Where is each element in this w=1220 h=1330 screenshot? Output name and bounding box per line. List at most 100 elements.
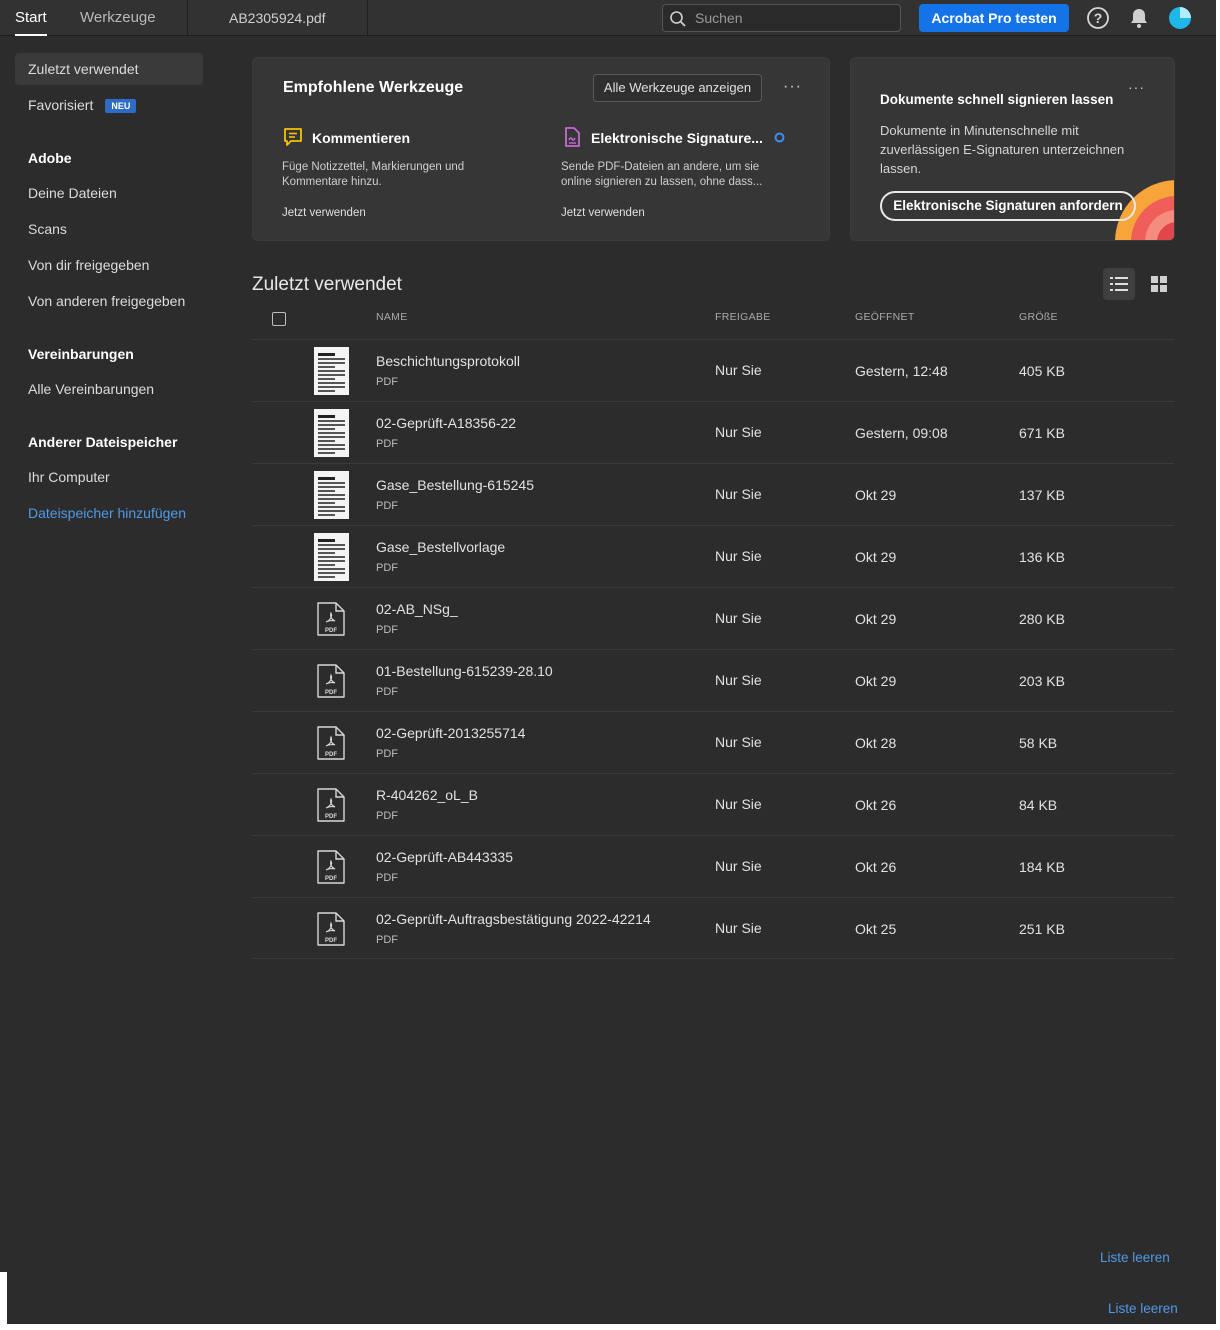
file-opened: Gestern, 12:48 [855,363,948,379]
file-size: 58 KB [1019,735,1058,751]
more-options-icon[interactable]: ··· [1128,79,1145,95]
file-type: PDF [376,934,398,946]
table-row[interactable]: Beschichtungsprotokoll PDF Nur Sie Gestern,… [252,339,1174,401]
file-opened: Okt 26 [855,797,897,813]
section-heading-agreements: Vereinbarungen [28,346,134,362]
all-tools-button[interactable]: Alle Werkzeuge anzeigen [593,74,762,102]
svg-text:?: ? [1094,10,1103,26]
file-name: R-404262_oL_B [376,787,478,803]
top-bar: Start Werkzeuge AB2305924.pdf Suchen Acr… [0,0,1216,36]
list-divider [252,958,1174,959]
sidebar-item-shared-by-you[interactable]: Von dir freigegeben [15,249,203,281]
section-heading-storage: Anderer Dateispeicher [28,434,178,450]
file-name: 02-Geprüft-AB443335 [376,849,513,865]
table-row[interactable]: PDF 01-Bestellung-615239-28.10 PDF Nur Sie O… [252,649,1174,711]
column-header-size[interactable]: GRÖßE [1019,311,1058,323]
file-opened: Okt 25 [855,921,897,937]
file-opened: Okt 28 [855,735,897,751]
avatar-icon[interactable] [1168,6,1192,30]
sidebar-item-scans[interactable]: Scans [15,213,203,245]
promo-text: Dokumente in Minutenschnelle mit zuverlä… [880,123,1125,176]
help-icon[interactable]: ? [1086,6,1110,30]
file-sharing: Nur Sie [715,734,762,750]
try-acrobat-pro-button[interactable]: Acrobat Pro testen [919,4,1069,32]
pdf-badge-label: PDF [325,628,337,634]
sidebar-item-your-computer[interactable]: Ihr Computer [15,461,203,493]
file-size: 84 KB [1019,797,1058,813]
pdf-badge-label: PDF [325,814,337,820]
tool-esign-desc: Sende PDF-Dateien an andere, um sie onli… [561,161,763,188]
tool-comment-name[interactable]: Kommentieren [312,130,410,146]
file-size: 203 KB [1019,673,1065,689]
select-all-checkbox[interactable] [272,312,286,326]
file-name: Gase_Bestellvorlage [376,539,506,555]
table-row[interactable]: PDF R-404262_oL_B PDF Nur Sie Okt 26 84 KB [252,773,1174,835]
sidebar-item-favorites[interactable]: Favorisiert NEU [15,89,203,121]
file-opened: Okt 29 [855,487,897,503]
file-type: PDF [376,686,398,698]
file-name: Beschichtungsprotokoll [376,353,520,369]
document-thumbnail [314,533,349,581]
signing-promo-card: Dokumente schnell signieren lassen ··· D… [850,57,1175,241]
bell-icon[interactable] [1127,6,1151,30]
search-input[interactable]: Suchen [695,5,742,31]
request-signatures-button[interactable]: Elektronische Signaturen anfordern [880,191,1136,221]
file-sharing: Nur Sie [715,920,762,936]
file-type: PDF [376,562,398,574]
file-size: 184 KB [1019,859,1065,875]
file-name: Gase_Bestellung-615245 [376,477,535,493]
pdf-badge-label: PDF [325,876,337,882]
table-row[interactable]: PDF 02-Geprüft-2013255714 PDF Nur Sie Okt 28… [252,711,1174,773]
pdf-file-icon: PDF [314,595,349,643]
card-title: Dokumente schnell signieren lassen [880,92,1114,107]
tab-document[interactable]: AB2305924.pdf [229,0,326,36]
add-storage-link[interactable]: Dateispeicher hinzufügen [15,497,203,529]
tool-esign-name[interactable]: Elektronische Signature... [591,130,763,146]
pdf-badge-label: PDF [325,938,337,944]
sidebar-item-all-agreements[interactable]: Alle Vereinbarungen [15,373,203,405]
window-gap [0,1272,7,1330]
clear-list-link[interactable]: Liste leeren [1100,1250,1170,1265]
file-sharing: Nur Sie [715,858,762,874]
more-options-icon[interactable]: ··· [783,78,802,96]
table-row[interactable]: PDF 02-Geprüft-Auftragsbestätigung 2022-4… [252,897,1174,959]
grid-view-button[interactable] [1143,268,1175,300]
tool-comment-use-link[interactable]: Jetzt verwenden [282,207,366,219]
file-name: 02-Geprüft-Auftragsbestätigung 2022-4221… [376,911,651,927]
table-row[interactable]: PDF 02-AB_NSg_ PDF Nur Sie Okt 29 280 KB [252,587,1174,649]
file-sharing: Nur Sie [715,486,762,502]
table-row[interactable]: Gase_Bestellung-615245 PDF Nur Sie Okt 29 13… [252,463,1174,525]
file-opened: Okt 29 [855,673,897,689]
table-row[interactable]: 02-Geprüft-A18356-22 PDF Nur Sie Gestern, 0… [252,401,1174,463]
sidebar-item-your-files[interactable]: Deine Dateien [15,177,203,209]
file-size: 405 KB [1019,363,1065,379]
e-signature-icon [565,127,580,147]
column-header-name[interactable]: NAME [376,311,408,323]
new-badge: NEU [105,99,137,114]
file-sharing: Nur Sie [715,610,762,626]
sidebar-item-label: Favorisiert [28,97,94,113]
pdf-file-icon: PDF [314,905,349,953]
file-size: 251 KB [1019,921,1065,937]
table-row[interactable]: Gase_Bestellvorlage PDF Nur Sie Okt 29 136 K… [252,525,1174,587]
file-sharing: Nur Sie [715,672,762,688]
file-sharing: Nur Sie [715,362,762,378]
clear-list-link-secondary[interactable]: Liste leeren [1108,1301,1178,1316]
sidebar-item-shared-by-others[interactable]: Von anderen freigegeben [15,285,203,317]
file-size: 671 KB [1019,425,1065,441]
file-opened: Gestern, 09:08 [855,425,948,441]
column-header-opened[interactable]: GEÖFFNET [855,311,915,323]
search-box[interactable]: Suchen [662,4,901,32]
file-size: 136 KB [1019,549,1065,565]
column-header-sharing[interactable]: FREIGABE [715,311,771,323]
section-heading-adobe: Adobe [28,150,72,166]
list-view-button[interactable] [1103,268,1135,300]
file-name: 02-AB_NSg_ [376,601,458,617]
file-name: 02-Geprüft-A18356-22 [376,415,517,431]
tab-start[interactable]: Start [15,0,47,36]
tool-esign-use-link[interactable]: Jetzt verwenden [561,207,645,219]
table-row[interactable]: PDF 02-Geprüft-AB443335 PDF Nur Sie Okt 26 18… [252,835,1174,897]
sidebar-item-recent[interactable]: Zuletzt verwendet [15,53,203,85]
tab-tools[interactable]: Werkzeuge [80,0,156,36]
file-sharing: Nur Sie [715,796,762,812]
